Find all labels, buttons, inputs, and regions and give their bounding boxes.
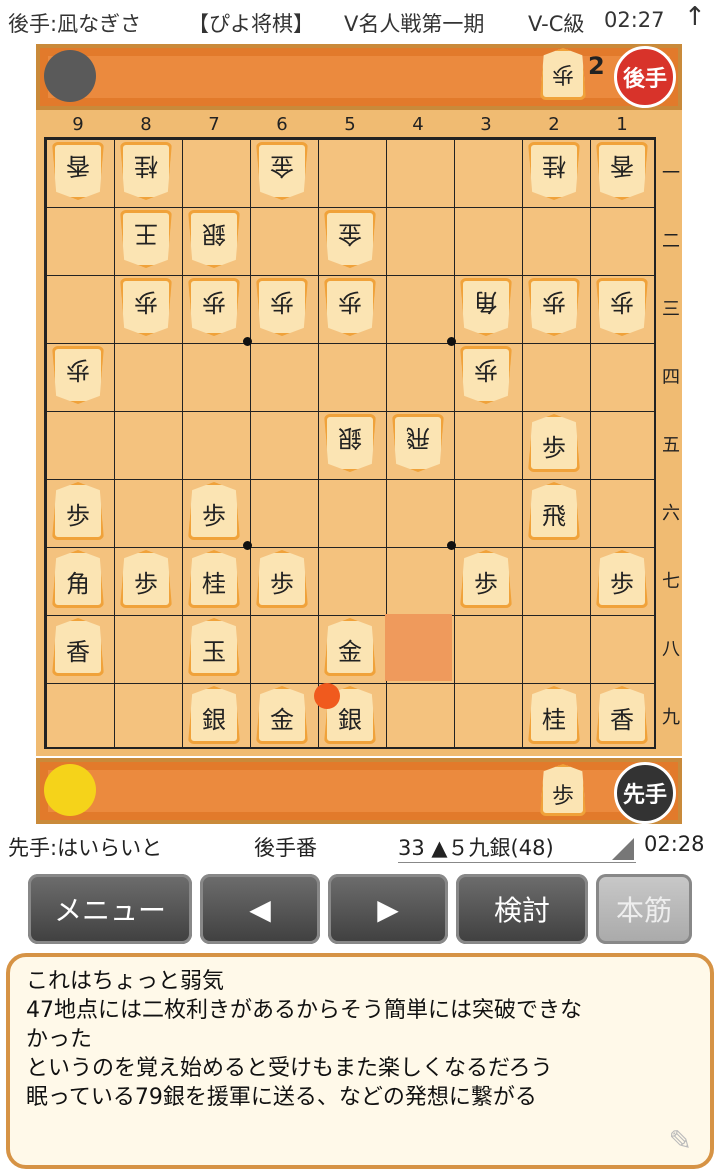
piece-gote[interactable]: 歩 xyxy=(460,346,512,404)
piece-sente[interactable]: 銀 xyxy=(188,686,240,744)
comment-line: というのを覚え始めると受けもまた楽しくなるだろう xyxy=(26,1056,553,1081)
piece-sente[interactable]: 香 xyxy=(52,618,104,676)
prev-button[interactable]: ◀ xyxy=(200,874,320,944)
piece-gote[interactable]: 香 xyxy=(52,142,104,200)
gote-hand-count: 2 xyxy=(588,52,605,80)
star-point xyxy=(243,541,252,550)
clock-gote: 02:27 xyxy=(604,8,665,32)
move-selector[interactable]: 33 ▲５九銀(48) xyxy=(398,832,636,863)
file-label: 4 xyxy=(412,114,424,135)
file-label: 1 xyxy=(616,114,628,135)
piece-gote[interactable]: 歩 xyxy=(596,278,648,336)
piece-sente[interactable]: 金 xyxy=(256,686,308,744)
dropdown-corner-icon[interactable] xyxy=(612,838,634,860)
event-name: V名人戦第一期 xyxy=(344,12,485,36)
rank-label: 一 xyxy=(662,163,680,184)
piece-sente[interactable]: 玉 xyxy=(188,618,240,676)
piece-sente[interactable]: 角 xyxy=(52,550,104,608)
sente-hand-piece[interactable]: 歩 xyxy=(540,764,586,816)
up-arrow-icon[interactable]: ↑ xyxy=(684,2,706,32)
piece-sente[interactable]: 歩 xyxy=(188,482,240,540)
piece-sente[interactable]: 歩 xyxy=(52,482,104,540)
piece-gote[interactable]: 銀 xyxy=(188,210,240,268)
piece-gote[interactable]: 歩 xyxy=(52,346,104,404)
piece-sente[interactable]: 金 xyxy=(324,618,376,676)
comment-box: これはちょっと弱気 47地点には二枚利きがあるからそう簡単には突破できな かった… xyxy=(6,953,714,1169)
chick-avatar[interactable] xyxy=(44,764,96,816)
comment-line: かった xyxy=(26,1027,93,1052)
file-label: 3 xyxy=(480,114,492,135)
rank-label: 五 xyxy=(662,435,680,456)
piece-sente[interactable]: 飛 xyxy=(528,482,580,540)
rank-label: 六 xyxy=(662,503,680,524)
star-point xyxy=(243,337,252,346)
crow-avatar[interactable] xyxy=(44,50,96,102)
piece-sente[interactable]: 桂 xyxy=(188,550,240,608)
comment-line: 眠っている79銀を援軍に送る、などの発想に繋がる xyxy=(26,1085,537,1110)
app-title: 【ぴよ将棋】 xyxy=(188,12,314,36)
piece-sente[interactable]: 歩 xyxy=(120,550,172,608)
piece-sente[interactable]: 香 xyxy=(596,686,648,744)
sente-name: 先手:はいらいと xyxy=(8,836,163,860)
rank-label: V-C級 xyxy=(528,12,585,36)
piece-gote[interactable]: 飛 xyxy=(392,414,444,472)
top-bar: 後手:凪なぎさ 【ぴよ将棋】 V名人戦第一期 V-C級 02:27 ↑ xyxy=(0,0,720,42)
piece-gote[interactable]: 金 xyxy=(324,210,376,268)
rank-label: 九 xyxy=(662,707,680,728)
next-button[interactable]: ▶ xyxy=(328,874,448,944)
piece-sente[interactable]: 歩 xyxy=(256,550,308,608)
piece-sente[interactable]: 桂 xyxy=(528,686,580,744)
piece-gote[interactable]: 桂 xyxy=(528,142,580,200)
piece-gote[interactable]: 王 xyxy=(120,210,172,268)
gote-badge: 後手 xyxy=(614,46,676,108)
piece-sente[interactable]: 歩 xyxy=(460,550,512,608)
piece-gote[interactable]: 歩 xyxy=(188,278,240,336)
piece-gote[interactable]: 角 xyxy=(460,278,512,336)
comment-line: これはちょっと弱気 xyxy=(26,969,225,994)
rank-label: 四 xyxy=(662,367,680,388)
star-point xyxy=(447,337,456,346)
move-from-highlight xyxy=(385,614,452,681)
piece-gote[interactable]: 香 xyxy=(596,142,648,200)
piece-gote[interactable]: 歩 xyxy=(528,278,580,336)
sente-badge: 先手 xyxy=(614,762,676,824)
file-label: 8 xyxy=(140,114,152,135)
rank-label: 八 xyxy=(662,639,680,660)
menu-button[interactable]: メニュー xyxy=(28,874,192,944)
piece-gote[interactable]: 歩 xyxy=(256,278,308,336)
piece-sente[interactable]: 歩 xyxy=(528,414,580,472)
piece-gote[interactable]: 金 xyxy=(256,142,308,200)
opponent-name: 後手:凪なぎさ xyxy=(8,12,142,36)
rank-label: 七 xyxy=(662,571,680,592)
pencil-icon[interactable]: ✎ xyxy=(669,1126,692,1155)
piece-sente[interactable]: 歩 xyxy=(596,550,648,608)
piece-gote[interactable]: 歩 xyxy=(324,278,376,336)
gote-hand-piece[interactable]: 歩 xyxy=(540,48,586,100)
rank-label: 三 xyxy=(662,299,680,320)
piece-gote[interactable]: 歩 xyxy=(120,278,172,336)
last-move-marker xyxy=(314,683,340,709)
mainline-button[interactable]: 本筋 xyxy=(596,874,692,944)
file-label: 5 xyxy=(344,114,356,135)
file-label: 7 xyxy=(208,114,220,135)
clock-sente: 02:28 xyxy=(644,832,705,856)
file-label: 9 xyxy=(72,114,84,135)
star-point xyxy=(447,541,456,550)
rank-label: 二 xyxy=(662,231,680,252)
file-label: 6 xyxy=(276,114,288,135)
turn-label: 後手番 xyxy=(254,836,317,860)
piece-gote[interactable]: 桂 xyxy=(120,142,172,200)
analyze-button[interactable]: 検討 xyxy=(456,874,588,944)
comment-line: 47地点には二枚利きがあるからそう簡単には突破できな xyxy=(26,998,582,1023)
file-label: 2 xyxy=(548,114,560,135)
piece-gote[interactable]: 銀 xyxy=(324,414,376,472)
